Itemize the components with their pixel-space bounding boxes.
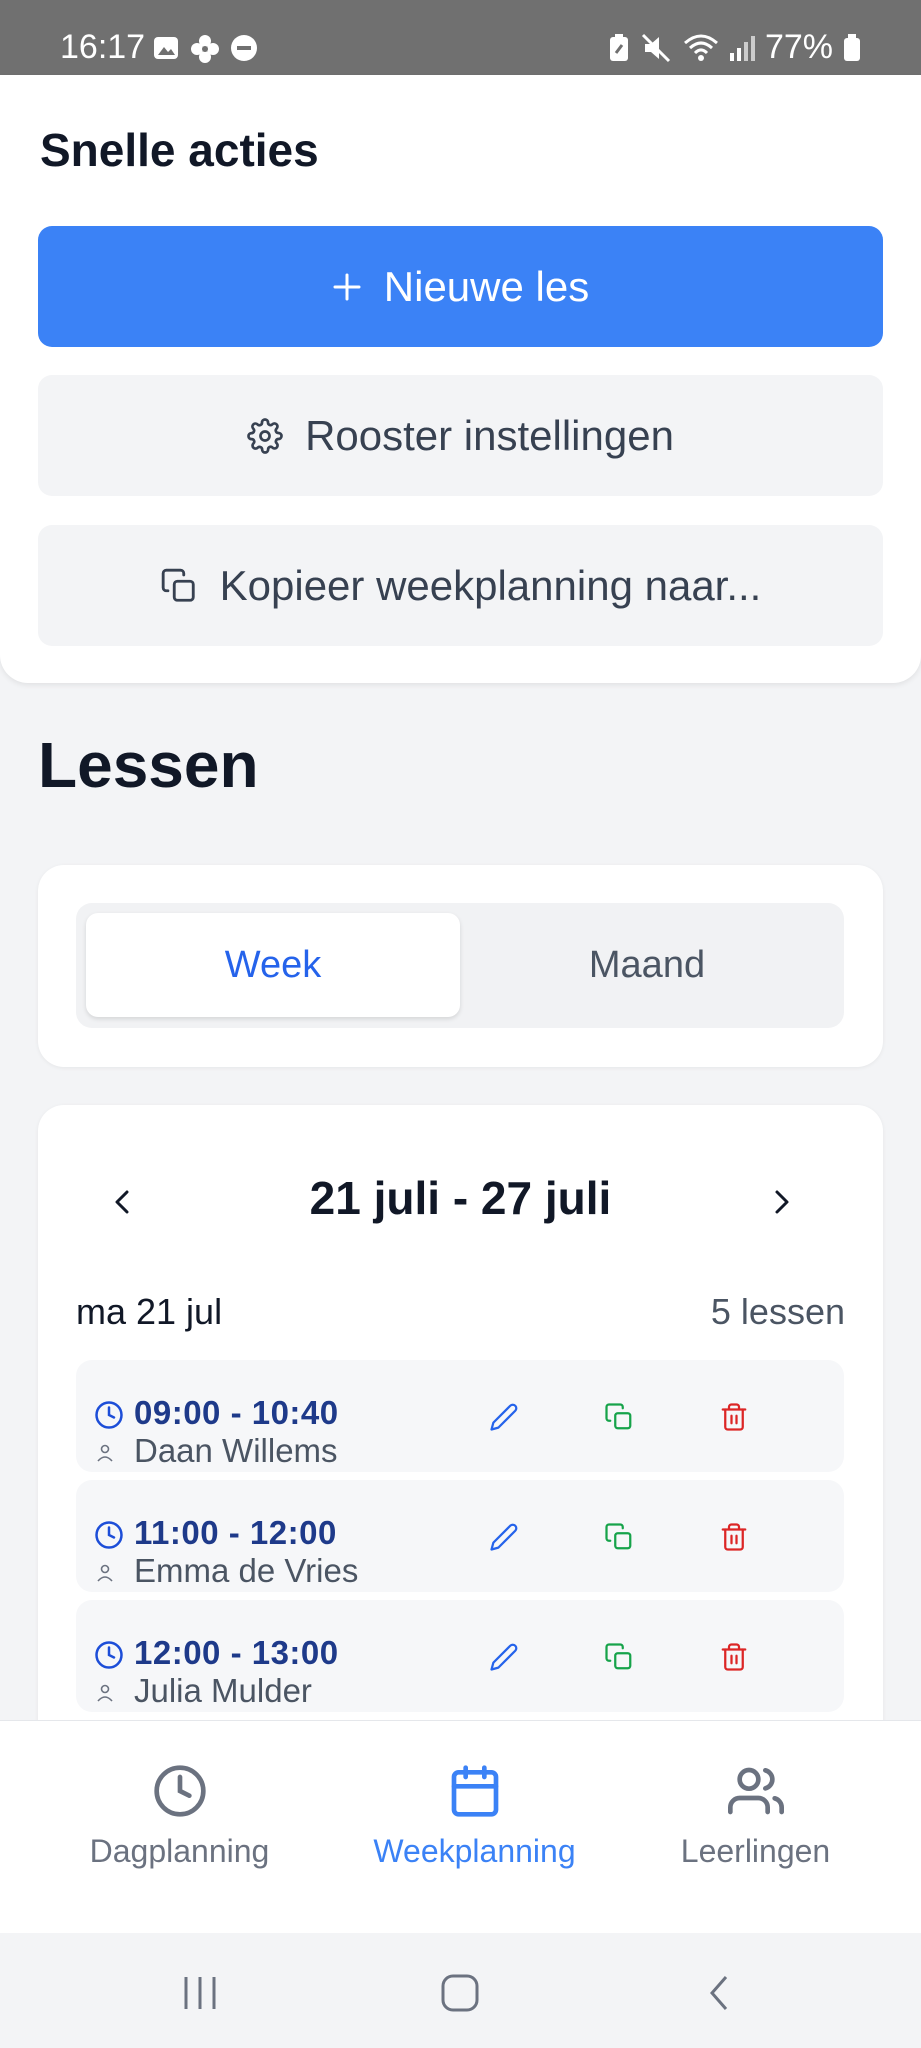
home-icon: [441, 1974, 479, 2012]
clock-icon: [95, 1641, 123, 1669]
signal-icon: [729, 35, 755, 61]
copy-icon: [605, 1403, 632, 1430]
delete-lesson-button[interactable]: [717, 1520, 751, 1554]
bottom-navigation: Dagplanning Weekplanning Leerlingen: [0, 1720, 921, 1934]
back-icon: [710, 1976, 728, 2010]
chevron-left-icon: [115, 1190, 129, 1214]
person-icon: [97, 1684, 113, 1702]
duplicate-lesson-button[interactable]: [602, 1520, 636, 1554]
lesson-student: Emma de Vries: [134, 1552, 359, 1589]
nav-label: Weekplanning: [373, 1833, 576, 1869]
users-icon: [727, 1767, 784, 1815]
lesson-item[interactable]: 09:00 - 10:40 Daan Willems: [76, 1360, 844, 1472]
edit-lesson-button[interactable]: [487, 1400, 521, 1434]
tab-week[interactable]: Week: [86, 913, 460, 1017]
new-lesson-label: Nieuwe les: [383, 262, 590, 310]
week-card: 21 juli - 27 juli ma 21 jul 5 lessen 09:…: [38, 1105, 883, 1805]
battery-saver-icon: [609, 33, 628, 61]
trash-icon: [721, 1403, 747, 1431]
chevron-right-icon: [775, 1190, 789, 1214]
status-time: 16:17: [60, 28, 146, 66]
edit-lesson-button[interactable]: [487, 1520, 521, 1554]
lesson-time: 09:00 - 10:40: [134, 1394, 339, 1431]
plus-icon: [333, 273, 361, 300]
lessons-title: Lessen: [38, 729, 259, 801]
person-icon: [97, 1564, 113, 1582]
mute-icon: [641, 33, 670, 62]
battery-percentage: 77%: [764, 28, 833, 66]
clock-icon: [95, 1521, 123, 1549]
tab-month[interactable]: Maand: [460, 913, 834, 1017]
nav-leerlingen[interactable]: Leerlingen: [602, 1721, 909, 1934]
recent-apps-button[interactable]: [180, 1973, 220, 2013]
pencil-icon: [490, 1523, 518, 1551]
back-button[interactable]: [700, 1973, 740, 2013]
nav-label: Leerlingen: [680, 1833, 831, 1869]
copy-week-label: Kopieer weekplanning naar...: [219, 561, 762, 609]
delete-lesson-button[interactable]: [717, 1400, 751, 1434]
clock-icon: [95, 1401, 123, 1429]
notification-icons: [152, 34, 258, 64]
lesson-time: 11:00 - 12:00: [134, 1514, 337, 1551]
person-icon: [97, 1444, 113, 1462]
copy-week-button[interactable]: Kopieer weekplanning naar...: [38, 525, 883, 646]
view-toggle-card: Week Maand: [38, 865, 883, 1067]
clock-icon: [153, 1765, 206, 1817]
lesson-item[interactable]: 11:00 - 12:00 Emma de Vries: [76, 1480, 844, 1592]
home-button[interactable]: [438, 1973, 482, 2013]
system-icons: 77%: [607, 28, 861, 67]
schedule-settings-label: Rooster instellingen: [305, 411, 674, 459]
battery-icon: [844, 33, 860, 61]
gallery-icon: [154, 37, 178, 59]
lesson-student: Julia Mulder: [134, 1672, 312, 1709]
pencil-icon: [490, 1643, 518, 1671]
schedule-settings-button[interactable]: Rooster instellingen: [38, 375, 883, 496]
gear-icon: [247, 417, 283, 454]
trash-icon: [721, 1643, 747, 1671]
trash-icon: [721, 1523, 747, 1551]
edit-lesson-button[interactable]: [487, 1640, 521, 1674]
wifi-icon: [683, 34, 718, 61]
next-week-button[interactable]: [756, 1177, 806, 1227]
view-toggle: Week Maand: [76, 903, 844, 1028]
recent-apps-icon: [184, 1977, 216, 2009]
day-lesson-count: 5 lessen: [710, 1291, 845, 1332]
copy-icon: [605, 1643, 632, 1670]
delete-lesson-button[interactable]: [717, 1640, 751, 1674]
nav-label: Dagplanning: [89, 1833, 270, 1869]
calendar-icon: [451, 1765, 498, 1817]
copy-icon: [605, 1523, 632, 1550]
nav-weekplanning[interactable]: Weekplanning: [321, 1721, 628, 1934]
quick-actions-card: Snelle acties Nieuwe les Rooster instell…: [0, 75, 921, 683]
system-navigation-bar: [0, 1933, 921, 2048]
quick-actions-title: Snelle acties: [40, 124, 319, 176]
nav-dagplanning[interactable]: Dagplanning: [26, 1721, 333, 1934]
status-bar: 16:17 77%: [0, 0, 921, 75]
duplicate-lesson-button[interactable]: [602, 1400, 636, 1434]
duplicate-lesson-button[interactable]: [602, 1640, 636, 1674]
previous-week-button[interactable]: [98, 1177, 148, 1227]
day-label: ma 21 jul: [76, 1291, 223, 1332]
lesson-item[interactable]: 12:00 - 13:00 Julia Mulder: [76, 1600, 844, 1712]
lesson-student: Daan Willems: [134, 1432, 338, 1469]
do-not-disturb-icon: [231, 35, 257, 61]
copy-icon: [161, 568, 195, 602]
lesson-time: 12:00 - 13:00: [134, 1634, 339, 1671]
new-lesson-button[interactable]: Nieuwe les: [38, 226, 883, 347]
flower-icon: [191, 35, 219, 63]
pencil-icon: [490, 1403, 518, 1431]
